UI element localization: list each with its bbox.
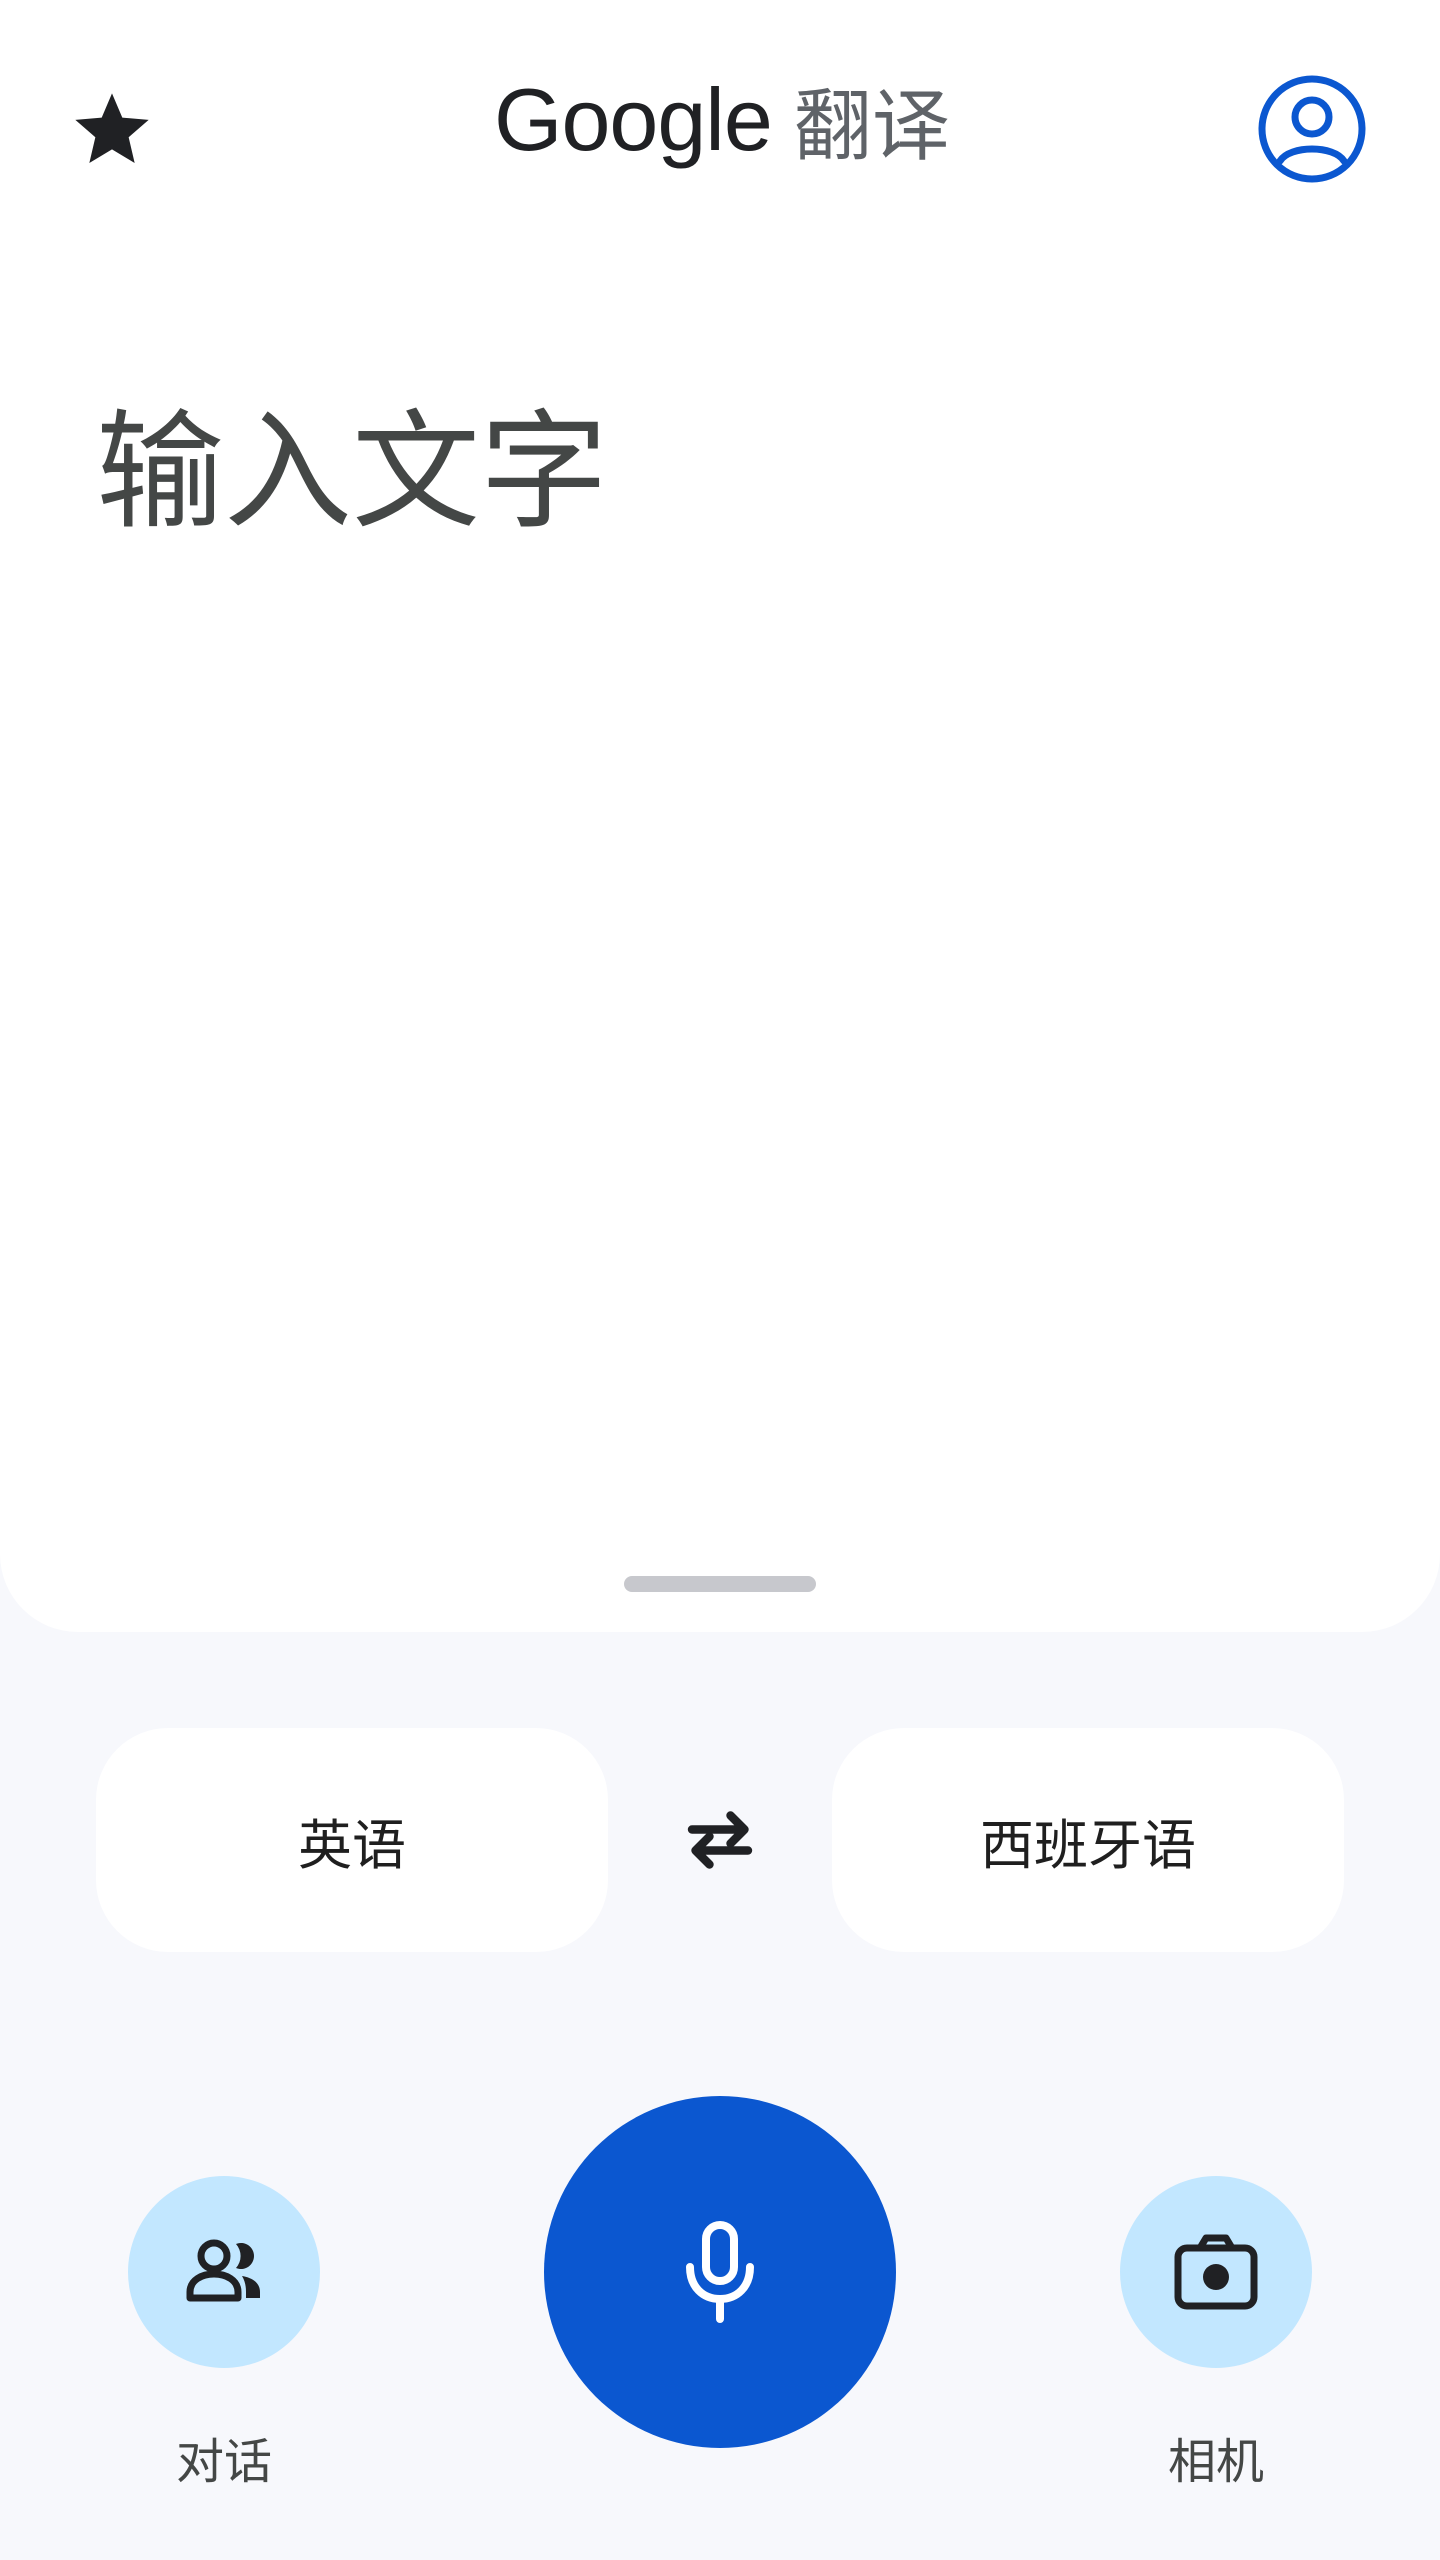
text-input[interactable]	[96, 396, 1346, 816]
account-button[interactable]	[1254, 71, 1370, 187]
app-title-suffix: 翻译	[793, 82, 950, 172]
swap-languages-button[interactable]	[664, 1784, 776, 1896]
source-language-label: 英语	[298, 1813, 406, 1877]
people-icon	[186, 2239, 260, 2302]
input-panel: Google 翻译	[0, 0, 1440, 1632]
camera-icon	[1174, 2234, 1258, 2310]
star-icon	[75, 93, 149, 163]
camera-label: 相机	[1167, 2434, 1264, 2490]
conversation-label: 对话	[175, 2434, 272, 2490]
target-language-button[interactable]: 西班牙语	[832, 1728, 1344, 1952]
source-language-button[interactable]: 英语	[96, 1728, 608, 1952]
drag-handle[interactable]	[624, 1576, 816, 1592]
brand-logo: Google	[494, 70, 773, 169]
account-circle-icon	[1258, 75, 1366, 183]
favorites-button[interactable]	[60, 78, 164, 182]
target-language-label: 西班牙语	[980, 1813, 1196, 1877]
swap-arrows-icon	[687, 1811, 753, 1869]
microphone-icon	[686, 2221, 754, 2323]
camera-button[interactable]	[1120, 2176, 1312, 2368]
voice-input-button[interactable]	[544, 2096, 896, 2448]
conversation-button[interactable]	[128, 2176, 320, 2368]
app-title: Google 翻译	[494, 60, 950, 180]
